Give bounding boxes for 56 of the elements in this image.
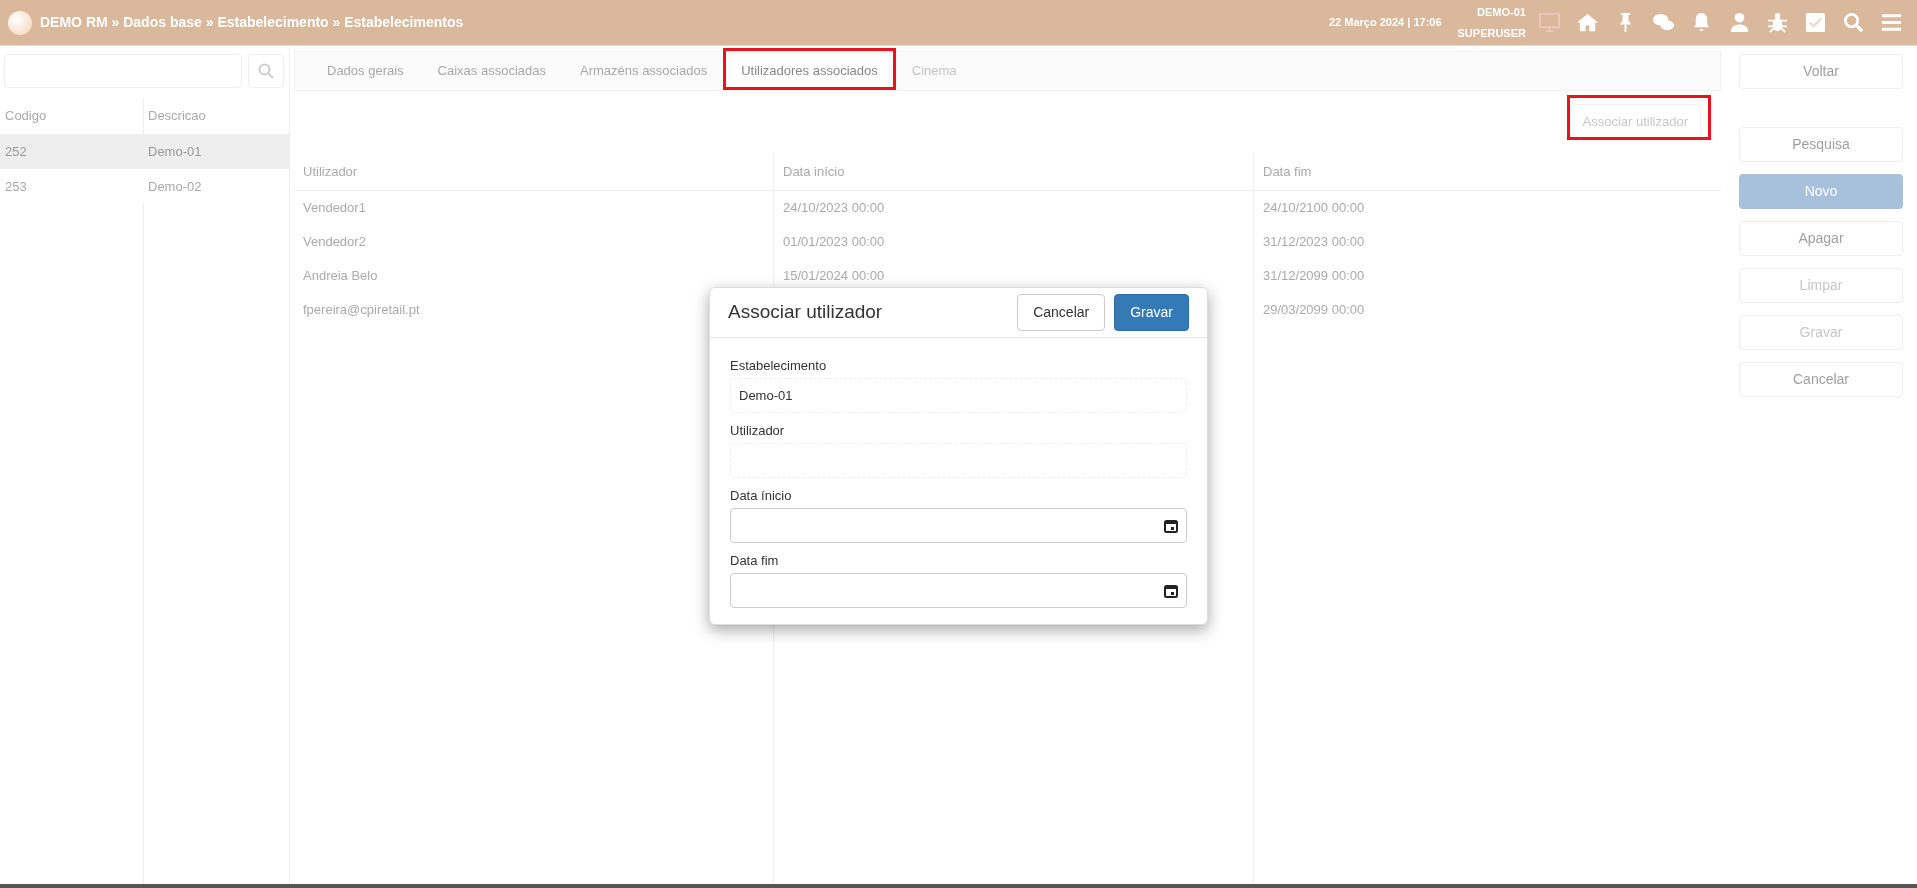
- action-button[interactable]: Novo: [1739, 174, 1903, 209]
- tab[interactable]: Utilizadores associados: [731, 54, 888, 88]
- column-header: Descricao: [147, 107, 207, 126]
- date-field[interactable]: [730, 573, 1187, 608]
- table-cell-text: 01/01/2023 00:00: [782, 233, 886, 252]
- field-label: Data fim: [730, 552, 780, 570]
- tab[interactable]: Dados gerais: [317, 54, 414, 88]
- table-cell-text: Vendedor1: [302, 199, 367, 218]
- calendar-icon[interactable]: [1164, 518, 1178, 533]
- column-header: Utilizador: [294, 153, 773, 191]
- table-cell-text: 29/03/2099 00:00: [1262, 301, 1366, 320]
- column-header: Data início: [774, 153, 1253, 191]
- monitor-icon[interactable]: [1538, 11, 1561, 34]
- action-button[interactable]: Cancelar: [1739, 362, 1903, 397]
- user-icon[interactable]: [1728, 11, 1751, 34]
- user-name: SUPERUSER: [1457, 25, 1526, 41]
- table-cell-text: 253: [4, 177, 28, 196]
- action-button[interactable]: Pesquisa: [1739, 127, 1903, 162]
- home-icon[interactable]: [1576, 11, 1599, 34]
- date-time: 22 Março 2024 | 17:06: [1329, 15, 1442, 31]
- table-cell-text: 31/12/2023 00:00: [1262, 233, 1366, 252]
- search-button[interactable]: [248, 54, 284, 88]
- dialog-title: Associar utilizador: [728, 300, 884, 325]
- table-cell-text: Andreia Belo: [302, 267, 379, 286]
- tab[interactable]: Armazéns associados: [570, 54, 718, 88]
- checkbox-icon[interactable]: [1804, 11, 1827, 34]
- logo-icon: [8, 10, 32, 35]
- list-row[interactable]: 252 Demo-01: [0, 134, 289, 169]
- field-label: Utilizador: [730, 422, 786, 440]
- date-field[interactable]: [730, 508, 1187, 543]
- store-code: DEMO-01: [1477, 5, 1526, 20]
- save-button[interactable]: Gravar: [1114, 294, 1189, 331]
- search-icon[interactable]: [1842, 11, 1865, 34]
- cancel-button[interactable]: Cancelar: [1017, 294, 1106, 331]
- table-cell-text: 24/10/2023 00:00: [782, 199, 886, 218]
- bug-icon[interactable]: [1766, 11, 1789, 34]
- action-button[interactable]: Voltar: [1739, 54, 1903, 89]
- menu-icon[interactable]: [1880, 11, 1903, 34]
- table-cell-text: 15/01/2024 00:00: [782, 267, 886, 286]
- field-label: Estabelecimento: [730, 357, 828, 375]
- tab[interactable]: Caixas associadas: [427, 54, 556, 88]
- table-cell-text: fpereira@cpiretail.pt: [302, 301, 421, 320]
- table-cell-text: Demo-01: [147, 142, 203, 161]
- table-cell-text: 31/12/2099 00:00: [1262, 267, 1366, 286]
- action-button[interactable]: Apagar: [1739, 221, 1903, 256]
- breadcrumb: DEMO RM » Dados base » Estabelecimento » Estabelecimentos: [40, 13, 464, 32]
- table-cell-text: Demo-02: [147, 177, 203, 196]
- input-field[interactable]: Demo-01: [730, 378, 1187, 413]
- table-cell-text: 24/10/2100 00:00: [1262, 199, 1366, 218]
- calendar-icon[interactable]: [1164, 583, 1178, 598]
- field-label: Data ínicio: [730, 487, 793, 505]
- table-cell-text: 252: [4, 142, 28, 161]
- column-header: Data fim: [1254, 153, 1721, 191]
- column-header: Codigo: [4, 107, 48, 126]
- search-icon: [258, 63, 274, 79]
- table-cell-text: Vendedor2: [302, 233, 367, 252]
